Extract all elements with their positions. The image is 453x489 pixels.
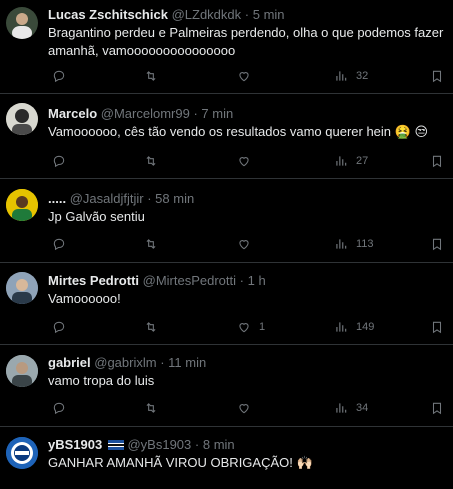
views-button[interactable]: 149 (334, 319, 374, 335)
like-icon (239, 240, 249, 250)
reply-icon (53, 238, 65, 251)
author-handle[interactable]: @Jasaldjfjtjir (70, 191, 144, 206)
bookmark-icon (432, 321, 442, 334)
like-icon (239, 72, 249, 82)
flag-icon (107, 440, 124, 450)
retweet-button[interactable] (144, 153, 166, 169)
tweet-feed: Lucas Zschitschick @LZdkdkdk · 5 min Bra… (0, 0, 453, 489)
avatar[interactable] (6, 272, 38, 304)
tweet-text: Vamoooooo, cês tão vendo os resultados v… (48, 124, 428, 139)
views-icon (336, 239, 347, 249)
retweet-button[interactable] (144, 400, 166, 416)
views-button[interactable]: 27 (334, 153, 368, 169)
bookmark-button[interactable] (430, 236, 444, 252)
like-icon (239, 157, 249, 167)
tweet[interactable]: Mirtes Pedrotti @MirtesPedrotti · 1 h Va… (0, 263, 453, 345)
timestamp[interactable]: 8 min (203, 437, 235, 452)
views-button[interactable]: 32 (334, 68, 368, 84)
separator-dot: · (239, 273, 244, 288)
bookmark-button[interactable] (430, 153, 444, 169)
avatar[interactable] (6, 7, 38, 39)
bookmark-icon (432, 155, 442, 168)
tweet[interactable]: Lucas Zschitschick @LZdkdkdk · 5 min Bra… (0, 0, 453, 94)
retweet-button[interactable] (144, 319, 166, 335)
views-icon (336, 71, 347, 81)
reply-button[interactable] (52, 68, 74, 84)
author-handle[interactable]: @MirtesPedrotti (143, 273, 236, 288)
retweet-button[interactable] (144, 68, 166, 84)
like-button[interactable] (237, 400, 259, 416)
timestamp[interactable]: 5 min (253, 7, 285, 22)
reply-icon (53, 70, 65, 83)
tweet[interactable]: yBS1903 @yBs1903 · 8 min GANHAR AMANHÃ V… (0, 427, 453, 489)
avatar[interactable] (6, 437, 38, 469)
author-name[interactable]: Lucas Zschitschick (48, 7, 168, 22)
tweet-text: vamo tropa do luis (48, 373, 155, 388)
author-name[interactable]: yBS1903 (48, 437, 102, 452)
tweet[interactable]: Marcelo @Marcelomr99 · 7 min Vamoooooo, … (0, 94, 453, 179)
reply-button[interactable] (52, 236, 74, 252)
bookmark-icon (432, 70, 442, 83)
tweet-text: Vamoooooo! (48, 291, 121, 306)
author-name[interactable]: ..... (48, 191, 66, 206)
avatar[interactable] (6, 103, 38, 135)
views-button[interactable]: 113 (334, 236, 374, 252)
views-icon (336, 156, 347, 166)
avatar[interactable] (6, 189, 38, 221)
author-name[interactable]: Marcelo (48, 106, 97, 121)
bookmark-button[interactable] (430, 400, 444, 416)
retweet-icon (146, 71, 156, 81)
author-name[interactable]: gabriel (48, 355, 91, 370)
reply-button[interactable] (52, 153, 74, 169)
avatar[interactable] (6, 355, 38, 387)
retweet-icon (146, 156, 156, 166)
like-icon (239, 404, 249, 414)
reply-button[interactable] (52, 319, 74, 335)
separator-dot: · (194, 437, 200, 452)
like-button[interactable] (237, 236, 259, 252)
reply-icon (53, 402, 65, 415)
author-handle[interactable]: @LZdkdkdk (172, 7, 242, 22)
views-button[interactable]: 34 (334, 400, 368, 416)
timestamp[interactable]: 58 min (155, 191, 194, 206)
like-button[interactable] (237, 68, 259, 84)
retweet-icon (146, 322, 156, 332)
tweet-text: GANHAR AMANHÃ VIROU OBRIGAÇÃO! 🙌🏻 (48, 455, 313, 470)
author-handle[interactable]: @Marcelomr99 (101, 106, 190, 121)
author-name[interactable]: Mirtes Pedrotti (48, 273, 139, 288)
retweet-icon (146, 239, 156, 249)
like-count: 1 (259, 321, 266, 333)
timestamp[interactable]: 1 h (248, 273, 266, 288)
author-handle[interactable]: @gabrixlm (94, 355, 156, 370)
timestamp[interactable]: 11 min (168, 355, 206, 370)
like-button[interactable]: 1 (237, 319, 265, 335)
retweet-icon (146, 403, 156, 413)
views-icon (336, 322, 347, 332)
reply-button[interactable] (52, 400, 74, 416)
bookmark-button[interactable] (430, 319, 444, 335)
tweet-text: Bragantino perdeu e Palmeiras perdendo, … (48, 25, 444, 58)
like-icon (239, 323, 249, 333)
reply-icon (53, 155, 65, 168)
reply-icon (53, 321, 65, 334)
bookmark-icon (432, 402, 442, 415)
tweet[interactable]: ..... @Jasaldjfjtjir · 58 min Jp Galvão … (0, 179, 453, 263)
separator-dot: · (147, 191, 152, 206)
like-button[interactable] (237, 153, 259, 169)
separator-dot: · (160, 355, 165, 370)
retweet-button[interactable] (144, 236, 166, 252)
separator-dot: · (244, 7, 250, 22)
tweet-text: Jp Galvão sentiu (48, 209, 145, 224)
author-handle[interactable]: @yBs1903 (127, 437, 191, 452)
timestamp[interactable]: 7 min (201, 106, 233, 121)
separator-dot: · (193, 106, 198, 121)
views-icon (336, 403, 347, 413)
bookmark-button[interactable] (430, 68, 444, 84)
tweet[interactable]: gabriel @gabrixlm · 11 min vamo tropa do… (0, 345, 453, 427)
bookmark-icon (432, 238, 442, 251)
